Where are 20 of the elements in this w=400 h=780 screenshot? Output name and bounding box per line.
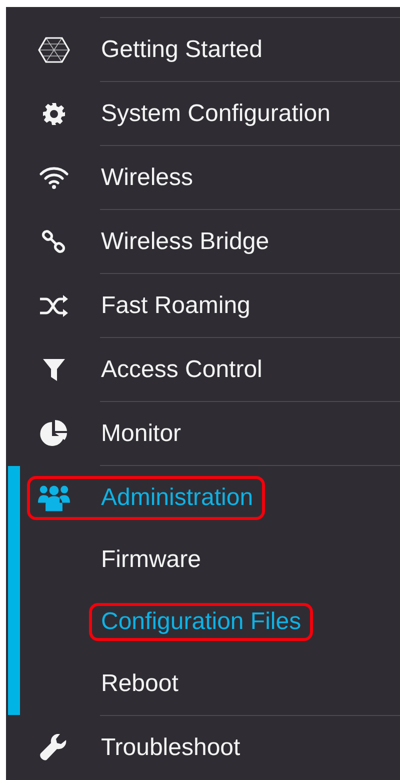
menu-item[interactable]: System Configuration xyxy=(27,92,342,134)
hexagon-icon xyxy=(38,36,70,64)
menu-item[interactable]: Monitor xyxy=(27,412,194,456)
shuffle-icon xyxy=(39,294,69,318)
submenu-item[interactable]: Firmware xyxy=(89,541,213,579)
menu-item[interactable]: Fast Roaming xyxy=(27,284,262,326)
menu-item[interactable]: Troubleshoot xyxy=(27,726,252,768)
funnel-icon xyxy=(42,356,66,382)
submenu-item[interactable]: Configuration Files xyxy=(89,603,314,641)
menu-item[interactable]: Wireless xyxy=(27,156,206,198)
wifi-icon xyxy=(39,166,69,190)
menu-item[interactable]: Wireless Bridge xyxy=(27,220,282,262)
link-icon xyxy=(41,228,67,254)
menu-item[interactable]: Access Control xyxy=(27,348,274,390)
menu-item[interactable]: Administration xyxy=(27,476,266,520)
gear-icon xyxy=(42,102,66,126)
pie-chart-icon xyxy=(39,418,69,448)
wrench-icon xyxy=(40,734,68,762)
menu-item[interactable]: Getting Started xyxy=(27,28,274,70)
submenu-item[interactable]: Reboot xyxy=(89,665,190,703)
